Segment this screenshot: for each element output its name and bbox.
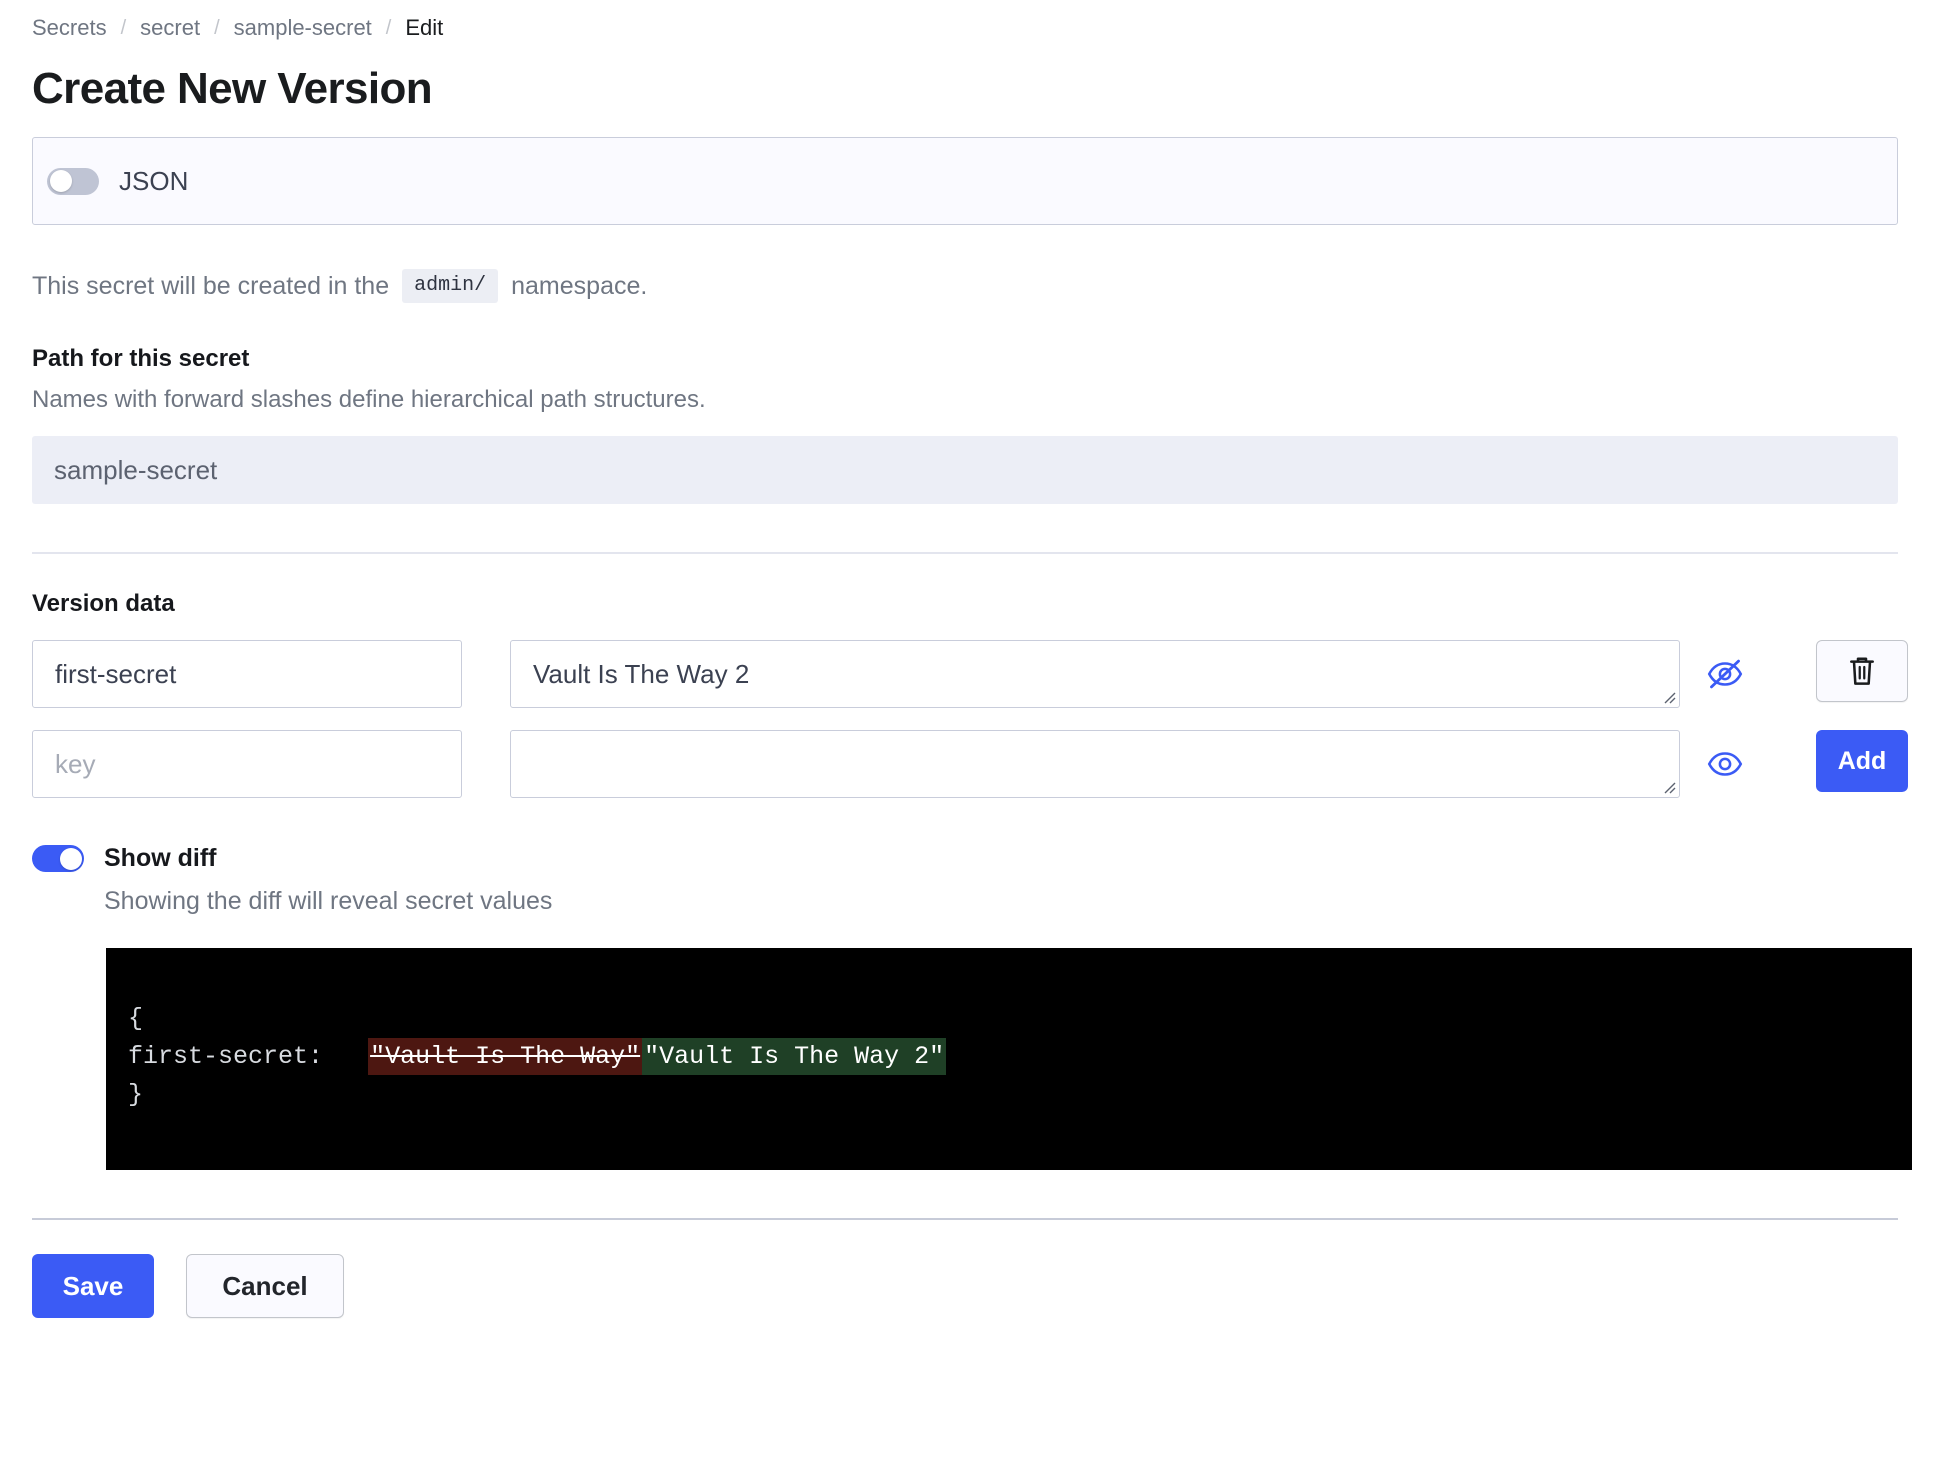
show-diff-help: Showing the diff will reveal secret valu… — [104, 887, 1910, 916]
path-input[interactable] — [32, 436, 1898, 504]
version-data-key-input-new[interactable] — [32, 730, 462, 798]
breadcrumb: Secrets / secret / sample-secret / Edit — [32, 0, 1910, 34]
path-field-label: Path for this secret — [32, 345, 1910, 373]
divider-above-footer — [32, 1218, 1898, 1220]
add-row-button[interactable]: Add — [1816, 730, 1908, 792]
namespace-notice-prefix: This secret will be created in the — [32, 274, 389, 299]
delete-row-button[interactable] — [1816, 640, 1908, 702]
json-toggle-knob — [50, 170, 72, 192]
namespace-chip: admin/ — [402, 269, 498, 303]
page-title: Create New Version — [32, 64, 1910, 113]
eye-off-icon — [1706, 659, 1744, 689]
version-data-row — [32, 640, 1910, 708]
diff-viewer: { first-secret: "Vault Is The Way""Vault… — [106, 948, 1912, 1170]
diff-added-value: "Vault Is The Way 2" — [642, 1038, 946, 1075]
show-diff-toggle-knob — [60, 848, 82, 870]
breadcrumb-item-sample-secret[interactable]: sample-secret — [234, 15, 372, 41]
show-diff-label: Show diff — [104, 844, 216, 873]
json-toggle[interactable] — [47, 168, 99, 195]
version-data-label: Version data — [32, 590, 1910, 618]
eye-icon — [1706, 749, 1744, 779]
create-new-version-page: Secrets / secret / sample-secret / Edit … — [0, 0, 1942, 1480]
version-data-value-input[interactable] — [510, 640, 1680, 708]
version-data-value-wrapper — [510, 730, 1680, 798]
toggle-value-visibility-button[interactable] — [1702, 640, 1748, 708]
breadcrumb-item-secret[interactable]: secret — [140, 15, 200, 41]
toggle-value-visibility-button-new[interactable] — [1702, 730, 1748, 798]
show-diff-toggle[interactable] — [32, 845, 84, 872]
diff-removed-value: "Vault Is The Way" — [368, 1038, 642, 1075]
json-toggle-panel: JSON — [32, 137, 1898, 225]
version-data-key-input[interactable] — [32, 640, 462, 708]
diff-key: first-secret: — [128, 1042, 323, 1071]
divider-above-version-data — [32, 552, 1898, 554]
breadcrumb-separator: / — [386, 17, 392, 40]
version-data-row: Add — [32, 730, 1910, 798]
breadcrumb-separator: / — [121, 17, 127, 40]
trash-icon — [1847, 655, 1877, 687]
save-button[interactable]: Save — [32, 1254, 154, 1318]
breadcrumb-item-edit: Edit — [405, 15, 443, 41]
breadcrumb-separator: / — [214, 17, 220, 40]
form-footer: Save Cancel — [32, 1254, 1910, 1318]
json-toggle-label: JSON — [119, 166, 188, 197]
path-field-help: Names with forward slashes define hierar… — [32, 386, 1910, 414]
version-data-value-input-new[interactable] — [510, 730, 1680, 798]
version-data-value-wrapper — [510, 640, 1680, 708]
diff-line-close-brace: } — [106, 1076, 1912, 1114]
show-diff-toggle-row: Show diff — [32, 844, 1910, 873]
diff-line-change: first-secret: "Vault Is The Way""Vault I… — [106, 1038, 1912, 1076]
namespace-notice: This secret will be created in the admin… — [32, 269, 1910, 303]
cancel-button[interactable]: Cancel — [186, 1254, 344, 1318]
breadcrumb-item-secrets[interactable]: Secrets — [32, 15, 107, 41]
namespace-notice-suffix: namespace. — [511, 274, 647, 299]
diff-line-open-brace: { — [106, 1000, 1912, 1038]
